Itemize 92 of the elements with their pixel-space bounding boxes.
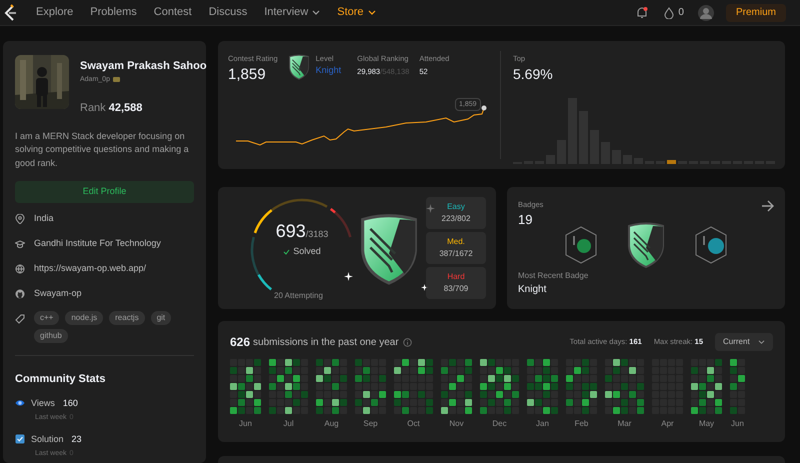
difficulty-label: Med. [447,236,465,248]
month-label: Nov [449,418,464,430]
month-label: Aug [324,418,339,430]
level-value: Knight [316,64,342,78]
nav-link[interactable]: Explore [36,4,74,21]
month-label: Jun [731,418,744,430]
attempting-text: 20 Attempting [274,290,323,302]
nav-link[interactable]: Discuss [208,4,248,21]
github-icon [15,288,25,298]
arrow-right-icon[interactable] [761,200,775,212]
skill-tag[interactable]: git [150,311,172,325]
difficulty-count: 83/709 [444,283,468,295]
notification-bell-icon[interactable] [636,6,648,19]
submissions-title: 626 submissions in the past one year [230,334,399,351]
location-pin-icon [15,214,25,224]
calendar-cells-drawing [316,359,347,414]
check-icon [283,248,290,255]
website-link[interactable]: https://swayam-op.web.app/ [34,262,146,276]
month-label: Jun [239,418,252,430]
month-label: May [698,418,714,430]
tag-icon [15,314,25,324]
skill-tag[interactable]: reactjs [109,311,145,325]
knight-badge-icon [358,213,420,285]
stat-label: Solution [31,432,64,446]
caret-icon [312,10,320,16]
bio-text: I am a MERN Stack developer focusing on solving competitive questions and making a good rank. [15,130,190,170]
difficulty-count: 387/1672 [439,248,473,260]
stat-value: 160 [62,396,78,410]
stat-label: Most Recent Badge [518,270,588,282]
profile-name: Swayam Prakash Sahoo [80,59,207,74]
stat-value: 23 [72,432,82,446]
hexagon-badge-icon[interactable] [694,226,728,264]
skill-tag[interactable]: c++ [34,311,60,325]
rating-value: 1,859 [228,65,267,86]
info-icon[interactable] [402,338,412,346]
nav-link[interactable]: Contest [154,4,192,21]
badge-count: 19 [518,211,532,230]
range-dropdown[interactable]: Current [715,333,773,351]
detail-text: India [34,212,54,225]
nav-link[interactable]: Store [337,4,376,21]
month-label: Jul [283,418,294,430]
calendar-cells-drawing [355,359,386,414]
month-label: Dec [492,418,507,430]
calendar-cells-drawing [394,359,433,414]
checkbox-icon [15,434,25,444]
stat-label: Views [31,396,55,410]
top-percent-value: 5.69% [513,65,554,84]
section-title: Community Stats [15,372,106,387]
detail-text[interactable]: Swayam-op [34,286,82,300]
globe-icon [15,264,25,274]
premium-button[interactable]: Premium [726,4,786,22]
logo-icon[interactable] [2,4,18,22]
solved-label: Solved [293,245,321,258]
nav-link[interactable]: Problems [90,4,137,21]
calendar-cells-drawing [566,359,597,414]
difficulty-label: Hard [447,271,465,283]
month-label: Apr [661,418,674,430]
graduation-cap-icon [15,238,25,248]
skill-tag[interactable]: node.js [65,311,104,325]
difficulty-count: 223/802 [442,213,470,225]
month-label: Feb [574,418,588,430]
eye-icon [15,398,25,408]
streak-counter[interactable]: 0 [664,5,684,20]
hexagon-badge-icon[interactable] [564,226,598,264]
calendar-cells-drawing [230,359,261,414]
calendar-cells-drawing [269,359,308,414]
solved-count: 693/3183 [276,220,328,243]
skill-tag[interactable]: github [34,329,68,343]
edit-profile-button[interactable]: Edit Profile [15,181,194,203]
avatar-icon[interactable] [698,4,714,20]
calendar-cells-drawing [605,359,644,414]
calendar-cells-drawing [527,359,558,414]
histogram-bar [667,160,676,164]
month-label: Mar [618,418,632,430]
caret-icon [758,340,765,344]
knight-badge-icon[interactable] [626,222,666,268]
sparkle-icon [344,272,353,281]
calendar-cells-drawing [480,359,519,414]
flag-icon [112,77,120,82]
calendar-cells-drawing [730,359,745,414]
month-label: Sep [363,418,378,430]
calendar-cells-drawing [691,359,722,414]
difficulty-label: Easy [447,201,465,213]
detail-text: Gandhi Institute For Technology [34,236,161,250]
recent-badge-name: Knight [518,282,546,297]
month-label: Jan [536,418,549,430]
caret-icon [368,10,376,16]
nav-link[interactable]: Interview [264,4,320,21]
rank-text: Rank 42,588 [80,101,144,116]
knight-badge-icon [288,54,310,80]
month-label: Oct [407,418,420,430]
calendar-cells-drawing [441,359,472,414]
